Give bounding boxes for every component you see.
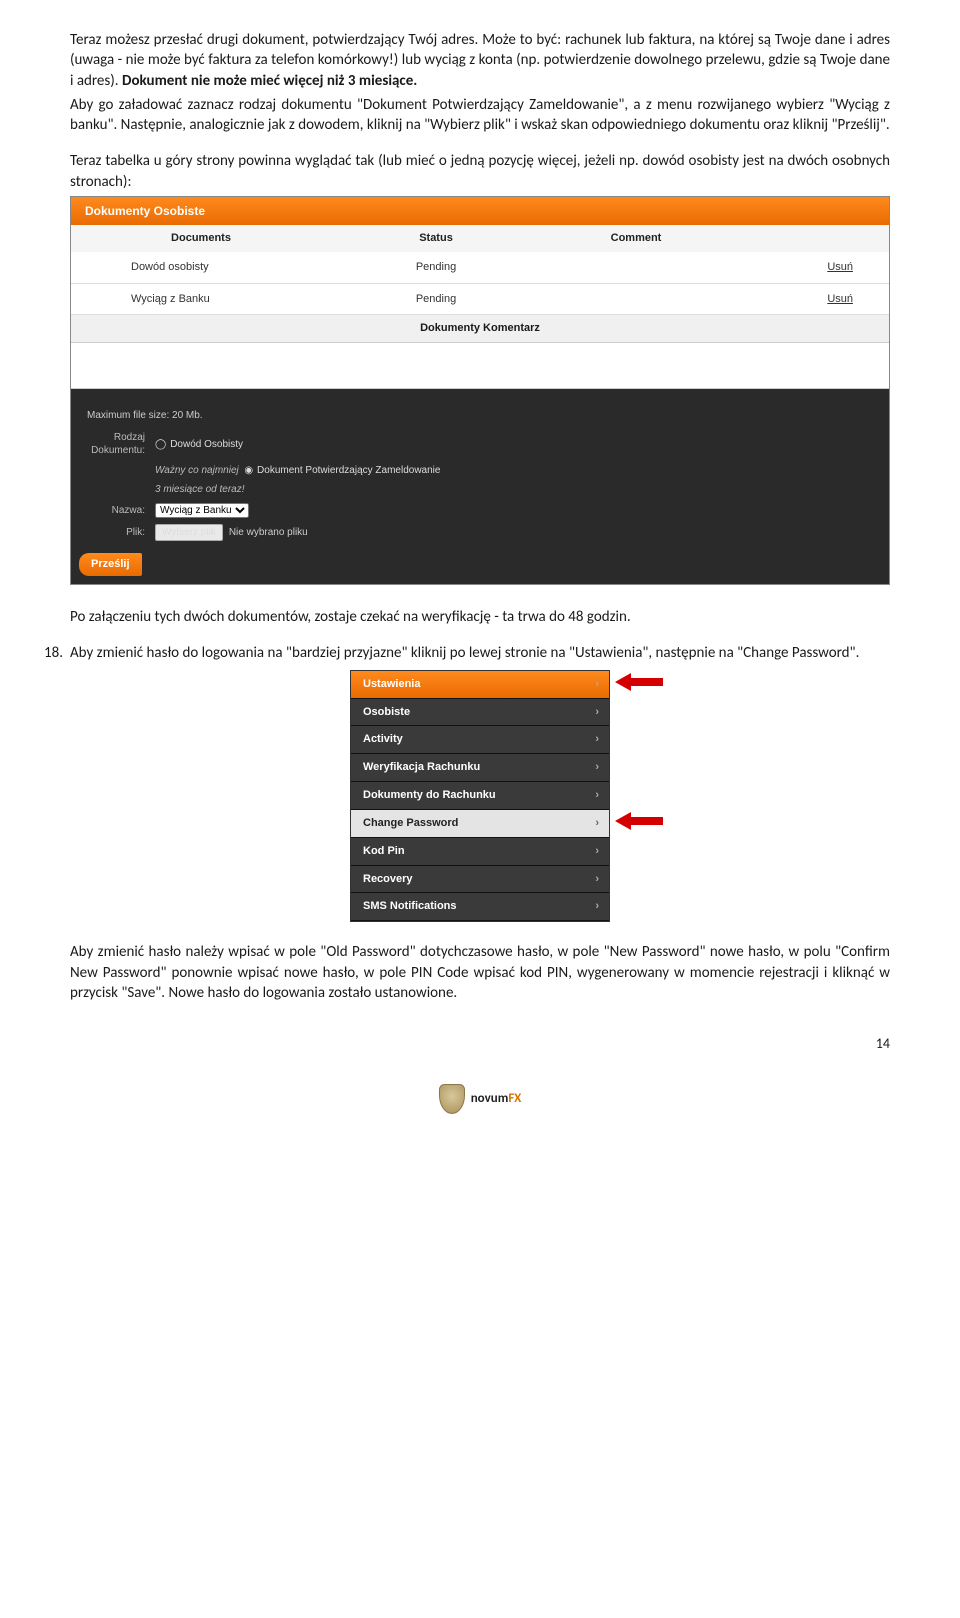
- chevron-right-icon: ›: [595, 705, 599, 720]
- plik-label: Plik:: [87, 526, 155, 540]
- rodzaj-label: Rodzaj Dokumentu:: [87, 431, 155, 458]
- col-status: Status: [331, 231, 541, 246]
- footer: novumFX: [70, 1084, 890, 1120]
- table-header-row: Documents Status Comment: [71, 225, 889, 252]
- intro-para-3: Teraz tabelka u góry strony powinna wygl…: [70, 151, 890, 192]
- menu-item-kod-pin[interactable]: Kod Pin ›: [351, 838, 609, 866]
- upload-form: Maximum file size: 20 Mb. Rodzaj Dokumen…: [71, 389, 889, 553]
- table-row: Dowód osobisty Pending Usuń: [71, 252, 889, 284]
- intro-para-1: Teraz możesz przesłać drugi dokument, po…: [70, 30, 890, 91]
- doc-status: Pending: [331, 292, 541, 307]
- chevron-right-icon: ›: [595, 760, 599, 775]
- radio-zameldowanie[interactable]: ◉: [244, 464, 253, 478]
- choose-file-button[interactable]: Wybierz plik: [155, 524, 223, 542]
- table-row: Wyciąg z Banku Pending Usuń: [71, 284, 889, 316]
- menu-item-osobiste[interactable]: Osobiste ›: [351, 699, 609, 727]
- intro-p1b: Dokument nie może mieć więcej niż 3 mies…: [122, 72, 417, 90]
- chevron-right-icon: ›: [595, 872, 599, 887]
- submit-button[interactable]: Prześlij: [79, 553, 142, 576]
- max-file-size: Maximum file size: 20 Mb.: [87, 409, 873, 423]
- intro-para-2: Aby go załadować zaznacz rodzaj dokument…: [70, 95, 890, 136]
- chevron-right-icon: ›: [595, 732, 599, 747]
- menu-item-sms[interactable]: SMS Notifications ›: [351, 893, 609, 921]
- chevron-right-icon: ›: [595, 788, 599, 803]
- delete-link[interactable]: Usuń: [827, 293, 853, 305]
- doc-name: Wyciąg z Banku: [71, 292, 331, 307]
- menu-item-dokumenty[interactable]: Dokumenty do Rachunku ›: [351, 782, 609, 810]
- menu-label: Dokumenty do Rachunku: [363, 788, 496, 803]
- menu-item-activity[interactable]: Activity ›: [351, 726, 609, 754]
- list-text-18: Aby zmienić hasło do logowania na "bardz…: [70, 643, 890, 663]
- radio-dowod[interactable]: ◯: [155, 438, 166, 452]
- menu-item-ustawienia[interactable]: Ustawienia ›: [351, 671, 609, 699]
- after-shot2: Aby zmienić hasło należy wpisać w pole "…: [70, 942, 890, 1003]
- menu-label: Weryfikacja Rachunku: [363, 760, 480, 775]
- chevron-right-icon: ›: [595, 899, 599, 914]
- menu-item-weryfikacja[interactable]: Weryfikacja Rachunku ›: [351, 754, 609, 782]
- brand-name: novumFX: [471, 1090, 522, 1108]
- menu-label: SMS Notifications: [363, 899, 457, 914]
- screenshot-settings-menu: Ustawienia › Osobiste › Activity › Weryf…: [350, 670, 610, 923]
- doc-status: Pending: [331, 260, 541, 275]
- page-number: 14: [70, 1035, 890, 1054]
- panel-header: Dokumenty Osobiste: [71, 197, 889, 225]
- menu-label: Kod Pin: [363, 844, 405, 859]
- comments-header: Dokumenty Komentarz: [71, 315, 889, 343]
- red-arrow-icon: [615, 673, 663, 691]
- menu-label: Osobiste: [363, 705, 410, 720]
- shield-logo-icon: [439, 1084, 465, 1114]
- screenshot-documents-panel: Dokumenty Osobiste Documents Status Comm…: [70, 196, 890, 585]
- list-number-18: 18.: [44, 643, 70, 663]
- col-comment: Comment: [541, 231, 731, 246]
- menu-item-change-password[interactable]: Change Password ›: [351, 810, 609, 838]
- menu-label: Activity: [363, 732, 403, 747]
- after-shot1: Po załączeniu tych dwóch dokumentów, zos…: [70, 607, 890, 627]
- menu-item-recovery[interactable]: Recovery ›: [351, 866, 609, 894]
- no-file-chosen: Nie wybrano pliku: [229, 526, 308, 540]
- menu-label: Recovery: [363, 872, 413, 887]
- chevron-right-icon: ›: [595, 677, 599, 692]
- col-documents: Documents: [71, 231, 331, 246]
- nazwa-select[interactable]: Wyciąg z Banku: [155, 503, 249, 518]
- chevron-right-icon: ›: [595, 816, 599, 831]
- radio-zameldowanie-label: Dokument Potwierdzający Zameldowanie: [257, 464, 440, 478]
- radio-dowod-label: Dowód Osobisty: [170, 438, 243, 452]
- red-arrow-icon: [615, 812, 663, 830]
- validity-note-2: 3 miesiące od teraz!: [155, 483, 245, 497]
- menu-label: Change Password: [363, 816, 458, 831]
- doc-name: Dowód osobisty: [71, 260, 331, 275]
- nazwa-label: Nazwa:: [87, 504, 155, 518]
- menu-label: Ustawienia: [363, 677, 420, 692]
- delete-link[interactable]: Usuń: [827, 261, 853, 273]
- chevron-right-icon: ›: [595, 844, 599, 859]
- validity-note-1: Ważny co najmniej: [155, 464, 239, 478]
